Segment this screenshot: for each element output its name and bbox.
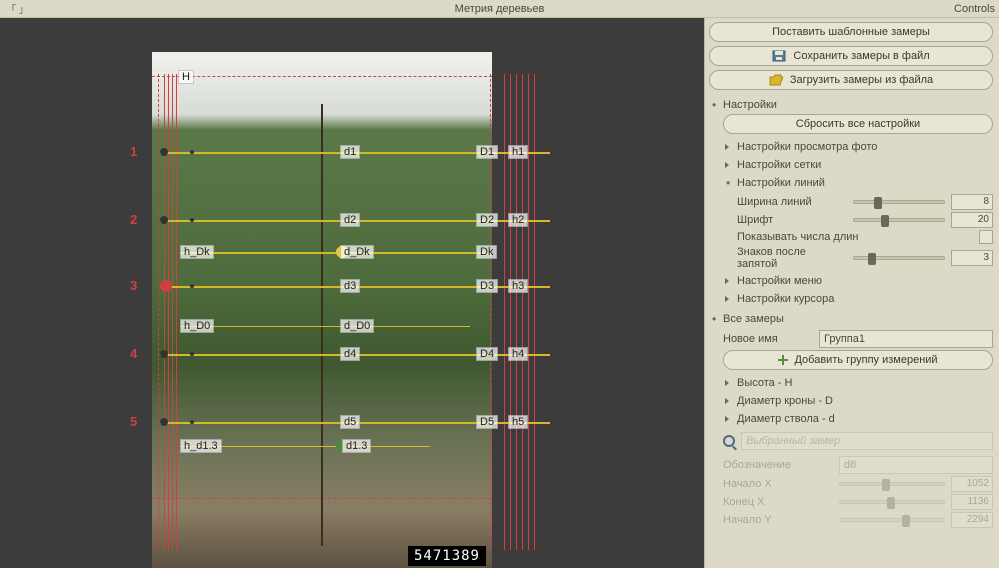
font-value[interactable]: 20 xyxy=(951,212,993,228)
v-guide[interactable] xyxy=(528,74,529,550)
decimals-label: Знаков после запятой xyxy=(737,246,847,270)
section-height[interactable]: Высота - H xyxy=(723,374,993,392)
starty-slider[interactable] xyxy=(839,518,945,522)
reset-settings-button[interactable]: Сбросить все настройки xyxy=(723,114,993,134)
row-number: 3 xyxy=(130,278,137,293)
tree-photo: 5471389 xyxy=(152,52,492,568)
font-slider[interactable] xyxy=(853,218,945,222)
row-number: 5 xyxy=(130,414,137,429)
v-guide[interactable] xyxy=(522,74,523,550)
startx-label: Начало X xyxy=(723,478,833,490)
section-all-measures[interactable]: Все замеры xyxy=(709,310,993,328)
section-trunk[interactable]: Диаметр ствола - d xyxy=(723,410,993,428)
sidebar: Поставить шаблонные замеры Сохранить зам… xyxy=(704,18,999,568)
starty-label: Начало Y xyxy=(723,514,833,526)
section-cursor-settings[interactable]: Настройки курсора xyxy=(723,290,993,308)
endx-value[interactable]: 1136 xyxy=(951,494,993,510)
section-grid-settings[interactable]: Настройки сетки xyxy=(723,156,993,174)
title-bar: 「 」 Метрия деревьев Controls xyxy=(0,0,999,18)
save-measures-button[interactable]: Сохранить замеры в файл xyxy=(709,46,993,66)
line-width-label: Ширина линий xyxy=(737,196,847,208)
v-guide[interactable] xyxy=(510,74,511,550)
line-width-slider[interactable] xyxy=(853,200,945,204)
font-label: Шрифт xyxy=(737,214,847,226)
label-h[interactable]: h5 xyxy=(508,415,528,429)
v-guide[interactable] xyxy=(516,74,517,550)
image-id-label: 5471389 xyxy=(408,546,486,566)
section-crown[interactable]: Диаметр кроны - D xyxy=(723,392,993,410)
new-name-label: Новое имя xyxy=(723,333,813,345)
template-measures-button[interactable]: Поставить шаблонные замеры xyxy=(709,22,993,42)
show-lengths-label: Показывать числа длин xyxy=(737,231,973,243)
new-name-row: Новое имя xyxy=(723,330,993,348)
image-viewport[interactable]: 5471389 H 1d1D1h12d2D2h23d3D3h34d4D4h45d… xyxy=(0,18,704,568)
folder-open-icon xyxy=(769,74,783,86)
label-h[interactable]: h4 xyxy=(508,347,528,361)
search-input[interactable] xyxy=(741,432,993,450)
font-row: Шрифт 20 xyxy=(737,212,993,228)
line-width-row: Ширина линий 8 xyxy=(737,194,993,210)
row-number: 1 xyxy=(130,144,137,159)
starty-value[interactable]: 2294 xyxy=(951,512,993,528)
label-h[interactable]: h3 xyxy=(508,279,528,293)
line-width-value[interactable]: 8 xyxy=(951,194,993,210)
section-settings[interactable]: Настройки xyxy=(709,96,993,114)
decimals-value[interactable]: 3 xyxy=(951,250,993,266)
group-name-input[interactable] xyxy=(819,330,993,348)
startx-slider[interactable] xyxy=(839,482,945,486)
show-lengths-checkbox[interactable] xyxy=(979,230,993,244)
label-h[interactable]: h2 xyxy=(508,213,528,227)
section-photo-settings[interactable]: Настройки просмотра фото xyxy=(723,138,993,156)
decimals-slider[interactable] xyxy=(853,256,945,260)
obj-label: Обозначение xyxy=(723,459,833,471)
controls-label[interactable]: Controls xyxy=(954,3,995,15)
v-guide[interactable] xyxy=(504,74,505,550)
save-icon xyxy=(772,50,786,62)
obj-input[interactable] xyxy=(839,456,993,474)
section-menu-settings[interactable]: Настройки меню xyxy=(723,272,993,290)
window-controls[interactable]: 「 」 xyxy=(6,1,29,16)
label-h[interactable]: h1 xyxy=(508,145,528,159)
startx-value[interactable]: 1052 xyxy=(951,476,993,492)
selected-measure-details: Обозначение Начало X 1052 Конец X 1136 Нач… xyxy=(709,454,993,530)
decimals-row: Знаков после запятой 3 xyxy=(737,246,993,270)
row-number: 2 xyxy=(130,212,137,227)
endx-slider[interactable] xyxy=(839,500,945,504)
plus-icon xyxy=(778,355,788,365)
show-lengths-row: Показывать числа длин xyxy=(737,230,993,244)
add-group-button[interactable]: Добавить группу измерений xyxy=(723,350,993,370)
section-line-settings[interactable]: Настройки линий xyxy=(723,174,993,192)
main-area: 5471389 H 1d1D1h12d2D2h23d3D3h34d4D4h45d… xyxy=(0,18,999,568)
search-icon[interactable] xyxy=(723,435,735,447)
search-row xyxy=(709,428,993,454)
v-guide[interactable] xyxy=(534,74,535,550)
endx-label: Конец X xyxy=(723,496,833,508)
window-title: Метрия деревьев xyxy=(455,3,545,15)
load-measures-button[interactable]: Загрузить замеры из файла xyxy=(709,70,993,90)
row-number: 4 xyxy=(130,346,137,361)
